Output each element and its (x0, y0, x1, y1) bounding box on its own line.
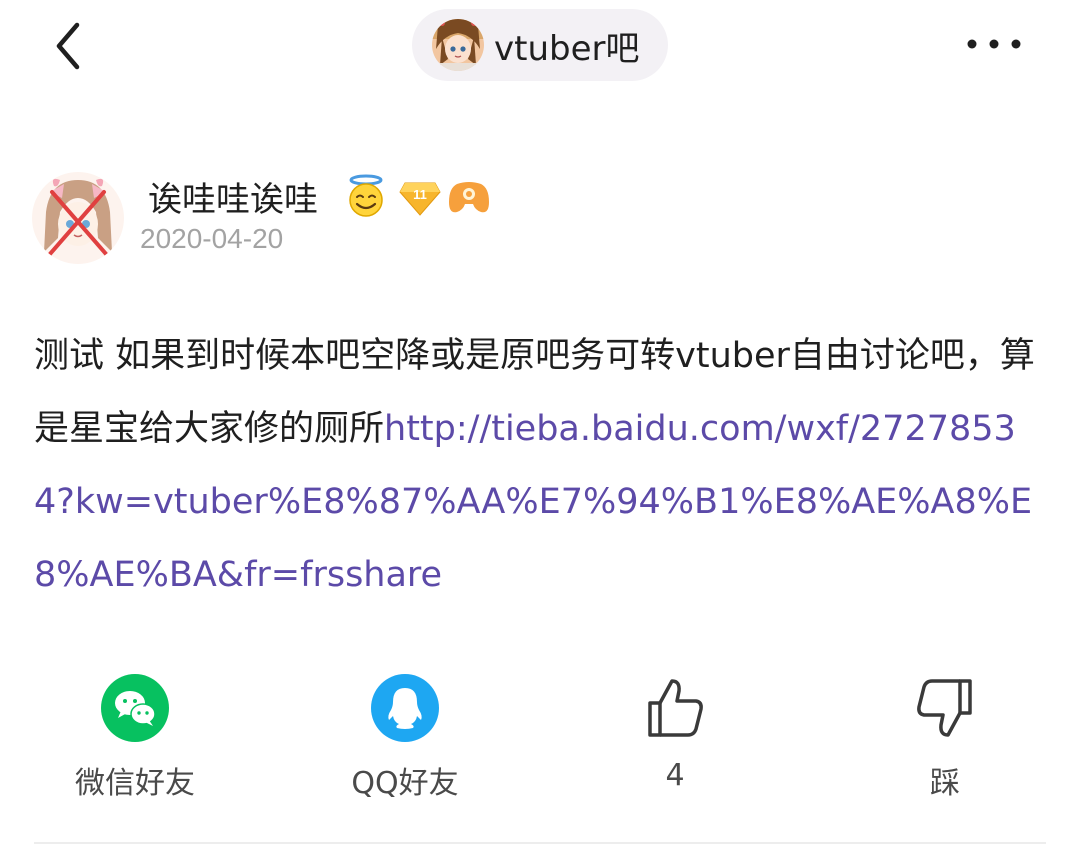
like-count: 4 (665, 758, 685, 793)
thumbs-down-icon (917, 679, 972, 737)
back-button[interactable] (38, 14, 98, 78)
forum-name: vtuber吧 (494, 28, 640, 69)
game-controller-icon (449, 182, 489, 213)
post-date: 2020-04-20 (140, 223, 284, 254)
wechat-icon (101, 674, 169, 742)
divider (34, 842, 1046, 844)
forum-pill[interactable]: vtuber吧 (412, 9, 668, 81)
smiling-face-with-halo-icon (349, 174, 383, 217)
more-button[interactable] (958, 20, 1030, 68)
level-badge-icon: 11 (399, 182, 441, 216)
more-dots-icon (967, 39, 1021, 49)
like-button[interactable]: 4 (600, 672, 750, 802)
dislike-button[interactable]: 踩 (870, 672, 1020, 802)
thumbs-up-icon (648, 679, 703, 737)
forum-avatar (432, 19, 484, 71)
chevron-left-icon (56, 22, 80, 70)
top-bar: vtuber吧 (0, 0, 1080, 100)
wechat-label: 微信好友 (75, 766, 195, 801)
author-avatar[interactable] (32, 172, 124, 264)
share-wechat-button[interactable]: 微信好友 (60, 672, 210, 802)
share-qq-button[interactable]: QQ好友 (330, 672, 480, 802)
post-content: 测试 如果到时候本吧空降或是原吧务可转vtuber自由讨论吧，算是星宝给大家修的… (34, 320, 1044, 612)
qq-label: QQ好友 (351, 766, 459, 801)
author-name[interactable]: 诶哇哇诶哇 (148, 172, 318, 221)
svg-text:11: 11 (413, 187, 427, 202)
qq-icon (371, 674, 439, 742)
dislike-label: 踩 (930, 766, 960, 801)
